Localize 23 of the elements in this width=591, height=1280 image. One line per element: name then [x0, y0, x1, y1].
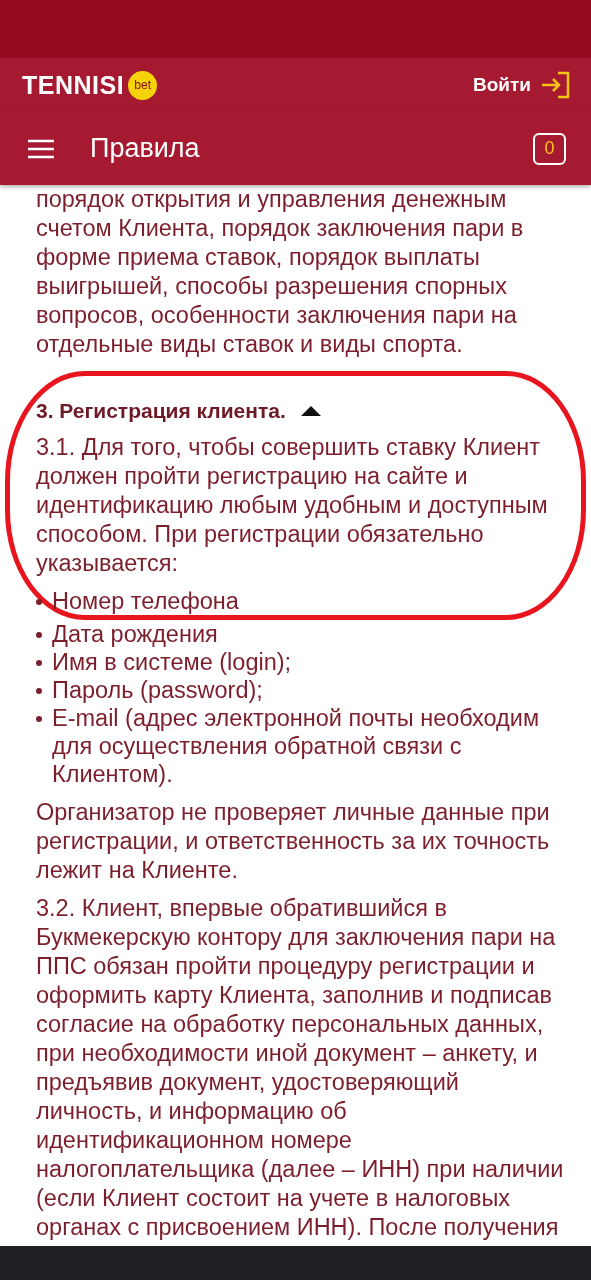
paragraph: 3.1. Для того, чтобы совершить ставку Клиент должен пройти регистрацию на сайте и идентификацию любым удобным и доступным способом. При регистрации обязательно указывается:	[36, 433, 549, 578]
list-item: Пароль (password);	[52, 676, 263, 704]
list-item: E-mail (адрес электронной почты необходим для осуществления обратной связи с Клиентом).	[52, 704, 541, 788]
coupon-button[interactable]: 0	[533, 132, 566, 165]
bullet-icon	[36, 716, 42, 722]
logo-text[interactable]: TENNISI	[22, 70, 125, 100]
list-item: Дата рождения	[52, 620, 218, 648]
section-title[interactable]: 3. Регистрация клиента.	[36, 396, 286, 425]
bullet-icon	[36, 688, 42, 694]
paragraph: Организатор не проверяет личные данные при регистрации, и ответственность за их точность лежит на Клиенте.	[36, 798, 551, 885]
bullet-icon	[36, 599, 42, 605]
paragraph: порядок открытия и управления денежным счетом Клиента, порядок заключения пари в форме приема ставок, порядок выплаты выигрышей, способы разрешения спорных вопросов, особенности заключения пари на отдельные виды ставок и виды спорта.	[36, 185, 525, 359]
bullet-icon	[36, 632, 42, 638]
list-item: Имя в системе (login);	[52, 648, 292, 676]
list-item: Номер телефона	[52, 587, 239, 615]
paragraph: 3.2. Клиент, впервые обратившийся в Букмекерскую контору для заключения пари на ППС обязан пройти процедуру регистрации и оформить карту Клиента, заполнив и подписав согласие на обработку персональных данных, при необходимости иной документ – анкету, и предъявив документ, удостоверяющий личность, и информацию об идентификационном номере налогоплательщика (далее – ИНН) при наличии (если Клиент состоит на учете в налоговых органах с присвоением ИНН). После получения	[36, 894, 565, 1242]
page-title: Правила	[90, 133, 201, 164]
bullet-icon	[36, 660, 42, 666]
collapse-icon[interactable]	[299, 404, 322, 417]
login-button[interactable]: Войти	[473, 71, 571, 99]
logo-badge: bet	[128, 70, 158, 100]
login-icon	[541, 71, 571, 99]
menu-icon[interactable]	[27, 137, 55, 160]
